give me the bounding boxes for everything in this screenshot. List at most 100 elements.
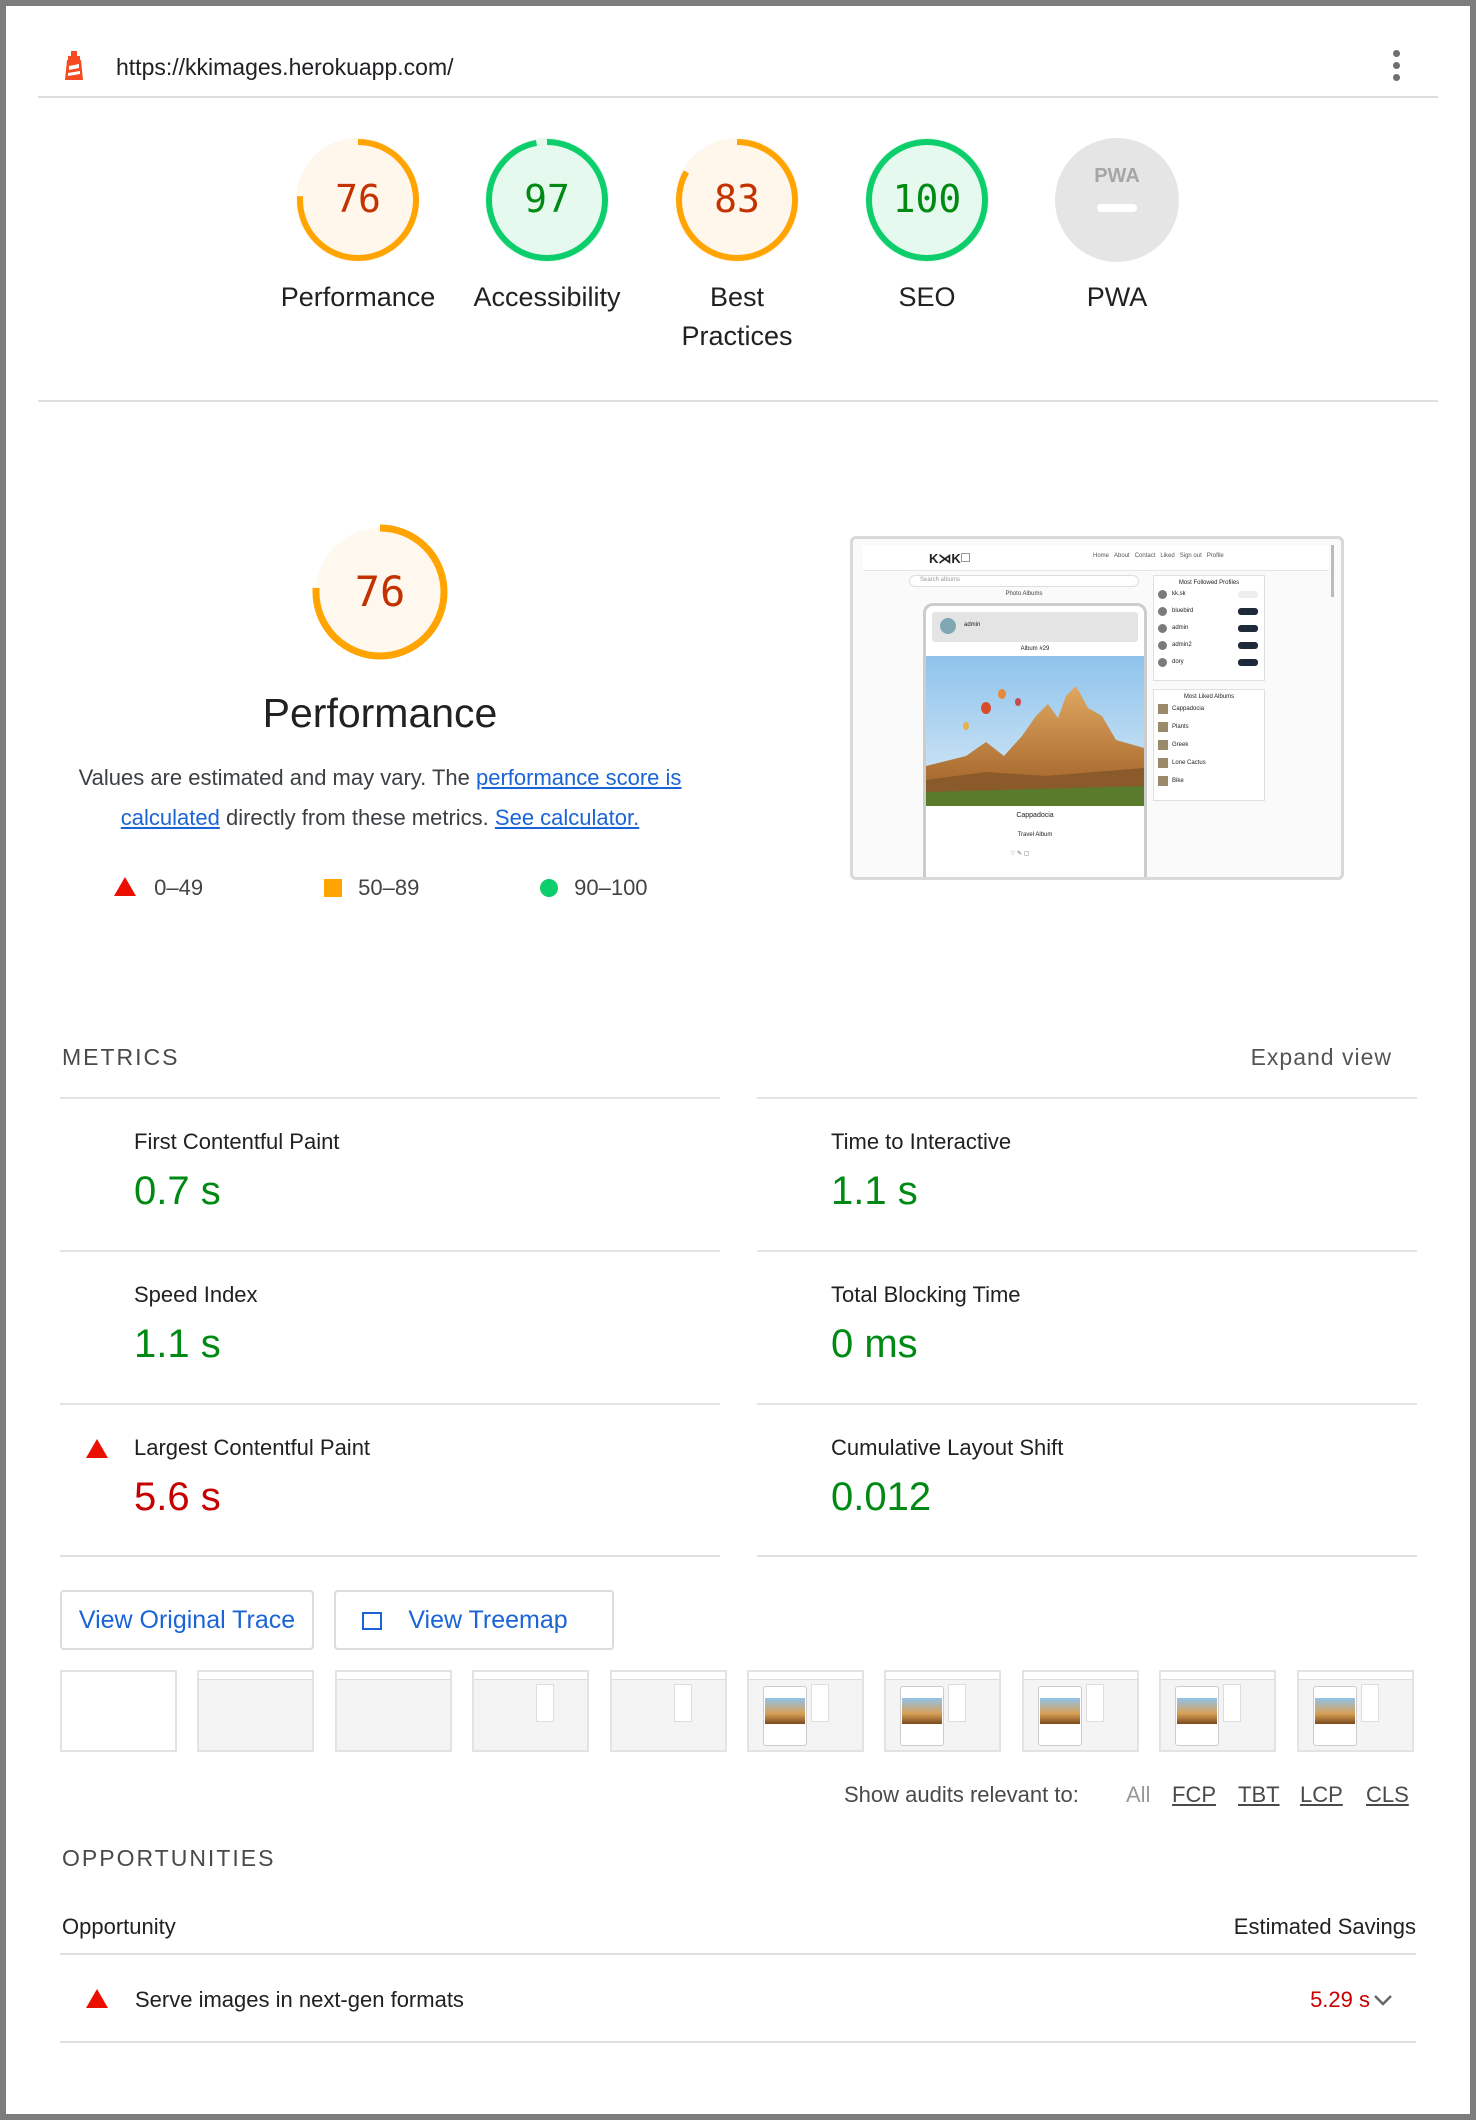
filter-lcp[interactable]: LCP [1300, 1782, 1343, 1808]
screenshot-album-row: Greek [1154, 736, 1264, 754]
metric-time-to-interactive: Time to Interactive 1.1 s [757, 1097, 1417, 1250]
filmstrip-frame [1159, 1670, 1277, 1752]
metric-value: 1.1 s [831, 1169, 918, 1213]
avatar [940, 618, 956, 634]
album-icon [961, 553, 970, 562]
filmstrip-frame [334, 1670, 452, 1752]
screenshot-card-place: Cappadocia [1016, 812, 1054, 819]
screenshot-nav-item: Profile [1206, 553, 1224, 559]
divider [60, 2041, 1416, 2043]
filmstrip-frame [197, 1670, 315, 1752]
gauge-score: 100 [893, 177, 962, 221]
gauge-label: SEO [898, 282, 956, 312]
screenshot-nav-item: Sign out [1179, 553, 1202, 559]
screenshot-profiles-list: kk.sk bluebird admin admin2 dory [1154, 586, 1264, 671]
divider [60, 1555, 720, 1557]
opportunities-heading: OPPORTUNITIES [62, 1845, 276, 1871]
filmstrip-frame [609, 1670, 727, 1752]
metric-value: 0.7 s [134, 1169, 221, 1213]
gauge-best-practices[interactable]: 83 Best Practices [642, 136, 832, 356]
filmstrip-frame [884, 1670, 1002, 1752]
chevron-down-icon[interactable] [1372, 1993, 1394, 2007]
filmstrip-frame [60, 1670, 177, 1752]
performance-score-large: 76 [355, 567, 406, 616]
desc-text-2: directly from these metrics. [219, 805, 495, 830]
screenshot-profile-row: kk.sk [1154, 586, 1264, 603]
metric-value: 0.012 [831, 1475, 932, 1519]
screenshot-card-album: Album #29 [1020, 646, 1050, 652]
pwa-dash [1097, 204, 1137, 212]
treemap-icon [362, 1612, 382, 1630]
screenshot-card-actions: ♡ ✎ ▢ [1010, 851, 1030, 857]
divider [757, 1555, 1417, 1557]
screenshot-scrollbar [1331, 545, 1334, 597]
metric-label: Time to Interactive [831, 1129, 1012, 1154]
opportunity-row[interactable]: Serve images in next-gen formats 5.29 s [60, 1955, 1416, 2041]
view-treemap-label: View Treemap [408, 1606, 568, 1634]
performance-title: Performance [262, 690, 498, 736]
filmstrip-frame [747, 1670, 864, 1752]
screenshot-profile-row: dory [1154, 654, 1264, 671]
screenshot-album-row: Cappadocia [1154, 700, 1264, 718]
divider [38, 400, 1438, 402]
estimated-savings-column-header: Estimated Savings [1233, 1914, 1416, 1939]
filmstrip-frame [1021, 1670, 1139, 1752]
legend-fail-label: 0–49 [154, 875, 204, 900]
cappadocia-photo [926, 656, 1144, 806]
legend-fail: 0–49 [114, 875, 203, 901]
gauge-label: Best Practices [681, 282, 793, 351]
gauge-performance[interactable]: 76 Performance [263, 136, 453, 317]
screenshot-nav-item: Liked [1160, 553, 1175, 559]
screenshot-nav-item: About [1114, 553, 1130, 559]
filter-fcp[interactable]: FCP [1172, 1782, 1216, 1808]
fail-triangle-icon [86, 1439, 108, 1458]
view-treemap-button[interactable]: View Treemap [334, 1590, 614, 1650]
see-calculator-link[interactable]: See calculator. [495, 805, 639, 830]
screenshot-card-caption: Travel Album [1017, 832, 1053, 838]
legend-pass-label: 90–100 [574, 875, 648, 900]
filter-cls[interactable]: CLS [1366, 1782, 1409, 1808]
report-topbar: https://kkimages.herokuapp.com/ [38, 34, 1438, 98]
screenshot-profile-row: bluebird [1154, 603, 1264, 620]
gauge-score: 83 [714, 177, 760, 221]
legend-average: 50–89 [324, 875, 419, 901]
metric-value: 5.6 s [134, 1475, 221, 1519]
gauge-seo[interactable]: 100 SEO [832, 136, 1022, 317]
filter-all[interactable]: All [1126, 1782, 1150, 1808]
gauge-pwa[interactable]: PWA PWA [1022, 136, 1212, 317]
final-screenshot[interactable]: K⋊K Home About Contact Liked Sign out Profile… [850, 536, 1344, 880]
average-square-icon [324, 879, 342, 897]
metric-largest-contentful-paint: Largest Contentful Paint 5.6 s [60, 1403, 720, 1556]
gauge-label: Performance [280, 282, 436, 312]
report-url[interactable]: https://kkimages.herokuapp.com/ [116, 54, 454, 81]
expand-view-toggle[interactable]: Expand view [1251, 1044, 1392, 1071]
screenshot-nav-item: Contact [1134, 553, 1156, 559]
screenshot-search: Search albums [909, 575, 1139, 587]
fail-triangle-icon [114, 877, 136, 896]
more-options-icon[interactable] [1390, 50, 1402, 84]
lighthouse-icon [65, 51, 83, 80]
screenshot-logo: K⋊K [929, 551, 961, 566]
metric-value: 0 ms [831, 1322, 918, 1366]
screenshot-profile-row: admin [1154, 620, 1264, 637]
performance-description: Values are estimated and may vary. The p… [60, 758, 700, 838]
gauge-accessibility[interactable]: 97 Accessibility [452, 136, 642, 317]
metric-cumulative-layout-shift: Cumulative Layout Shift 0.012 [757, 1403, 1417, 1556]
screenshot-card-user: admin [964, 622, 981, 628]
opportunity-column-header: Opportunity [62, 1914, 176, 1939]
screenshot-albums-panel: Most Liked Albums Cappadocia Plants Greek L… [1153, 689, 1265, 801]
performance-gauge-large: 76 [308, 520, 452, 669]
gauge-score: 97 [524, 177, 570, 221]
screenshot-nav-items: Home About Contact Liked Sign out Profile [1093, 553, 1229, 559]
metric-speed-index: Speed Index 1.1 s [60, 1250, 720, 1403]
filmstrip-frame [1296, 1670, 1414, 1752]
screenshot-album-row: Bike [1154, 772, 1264, 790]
filter-tbt[interactable]: TBT [1238, 1782, 1280, 1808]
metric-first-contentful-paint: First Contentful Paint 0.7 s [60, 1097, 720, 1250]
metric-label: First Contentful Paint [134, 1129, 340, 1154]
screenshot-navbar: K⋊K Home About Contact Liked Sign out Profile [863, 545, 1329, 571]
gauge-label: Accessibility [473, 282, 621, 312]
view-original-trace-button[interactable]: View Original Trace [60, 1590, 314, 1650]
screenshot-profile-row: admin2 [1154, 637, 1264, 654]
legend-average-label: 50–89 [358, 875, 420, 900]
